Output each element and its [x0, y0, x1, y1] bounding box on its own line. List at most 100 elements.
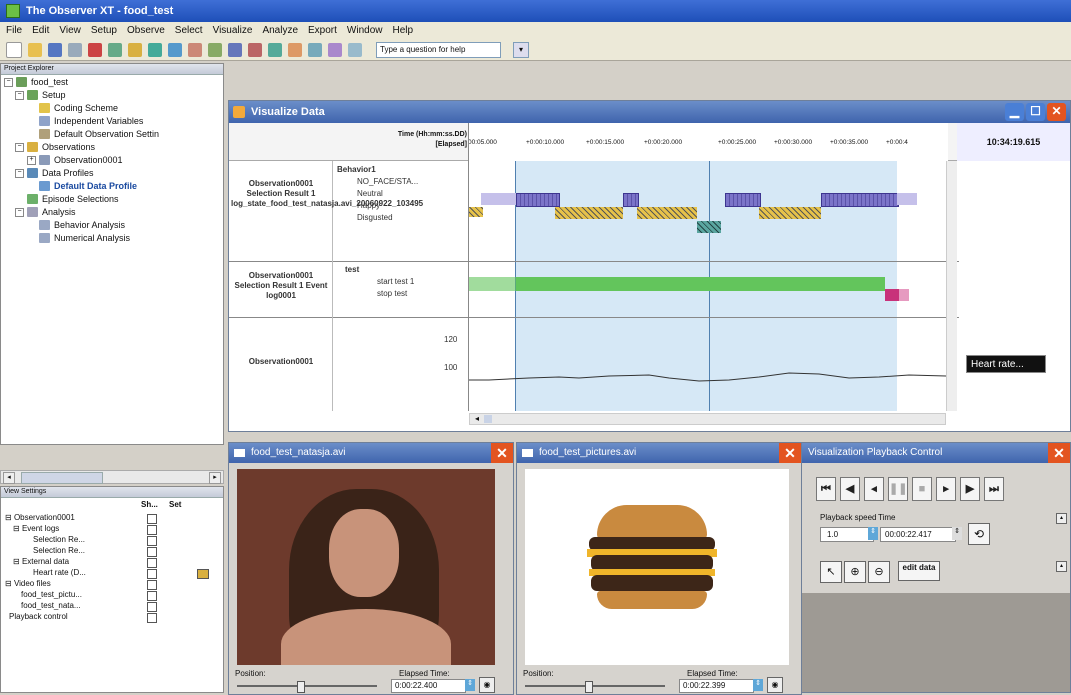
loop-icon[interactable]: ⟲: [968, 523, 990, 545]
paste-icon[interactable]: [128, 42, 142, 57]
tree-item-default-observation-settings[interactable]: Default Observation Settin: [39, 129, 159, 139]
menu-edit[interactable]: Edit: [32, 25, 49, 36]
vs-row-video-files[interactable]: ⊟ Video files: [5, 579, 51, 588]
menu-visualize[interactable]: Visualize: [213, 25, 253, 36]
tree-item-numerical-analysis[interactable]: Numerical Analysis: [39, 233, 130, 243]
slider-thumb[interactable]: [297, 681, 305, 693]
checkbox[interactable]: [147, 591, 157, 601]
timeline-scrollbar[interactable]: ◂: [469, 413, 946, 425]
heart-rate-badge[interactable]: Heart rate...: [966, 355, 1046, 373]
menu-help[interactable]: Help: [393, 25, 414, 36]
vs-row-heart-rate[interactable]: Heart rate (D...: [33, 568, 86, 577]
tree-item-episode-selections[interactable]: Episode Selections: [27, 194, 119, 204]
tree-item-behavior-analysis[interactable]: Behavior Analysis: [39, 220, 125, 230]
settings-swatch-icon[interactable]: [197, 569, 209, 579]
select-icon[interactable]: [188, 42, 202, 57]
checkbox[interactable]: [147, 525, 157, 535]
scroll-right-icon[interactable]: ▸: [209, 472, 221, 484]
play-button[interactable]: ▸: [936, 477, 956, 501]
cut-icon[interactable]: [88, 42, 102, 57]
skip-to-end-button[interactable]: ⏭: [984, 477, 1004, 501]
vs-row-video-natasja[interactable]: food_test_nata...: [21, 601, 81, 610]
explorer-scrollbar[interactable]: ◂ ▸: [0, 470, 224, 484]
play-reverse-button[interactable]: ◂: [864, 477, 884, 501]
checkbox[interactable]: [147, 514, 157, 524]
menu-select[interactable]: Select: [175, 25, 203, 36]
slider-thumb[interactable]: [585, 681, 593, 693]
vertical-scrollbar[interactable]: [946, 161, 957, 411]
vs-row-observation[interactable]: ⊟ Observation0001: [5, 513, 75, 522]
scroll-thumb[interactable]: [21, 472, 103, 484]
edit-data-button[interactable]: edit data: [898, 561, 940, 581]
menu-setup[interactable]: Setup: [91, 25, 117, 36]
time-field[interactable]: 00:00:22.417: [880, 527, 956, 542]
checkbox[interactable]: [147, 536, 157, 546]
close-button[interactable]: ✕: [1047, 103, 1066, 121]
speed-spin-icon[interactable]: ⇕: [868, 527, 878, 540]
open-icon[interactable]: [28, 42, 42, 57]
menu-export[interactable]: Export: [308, 25, 337, 36]
pause-button[interactable]: ❚❚: [888, 477, 908, 501]
tree-item-default-data-profile[interactable]: Default Data Profile: [39, 181, 137, 191]
tree-item-food-test[interactable]: − food_test: [4, 77, 68, 87]
close-icon[interactable]: ✕: [779, 443, 801, 463]
step-back-button[interactable]: ◀: [840, 477, 860, 501]
collapse-icon[interactable]: ▴: [1056, 513, 1067, 524]
chevron-down-icon[interactable]: ▾: [513, 41, 529, 58]
maximize-button[interactable]: ☐: [1026, 103, 1045, 121]
vs-row-video-pictures[interactable]: food_test_pictu...: [21, 590, 82, 599]
elapsed-time-field[interactable]: 0:00:22.400: [391, 679, 466, 693]
playback-speed-field[interactable]: 1.0: [820, 527, 874, 542]
stop-button[interactable]: ■: [912, 477, 932, 501]
checkbox[interactable]: [147, 602, 157, 612]
zoom-in-icon[interactable]: ⊕: [844, 561, 866, 583]
snapshot-icon[interactable]: ◉: [479, 677, 495, 693]
new-icon[interactable]: [6, 41, 22, 58]
vs-row-event-logs[interactable]: ⊟ Event logs: [13, 524, 59, 533]
checkbox[interactable]: [147, 613, 157, 623]
vs-row-external-data[interactable]: ⊟ External data: [13, 557, 69, 566]
time-spin-icon[interactable]: ⇕: [952, 527, 962, 540]
tree-item-independent-variables[interactable]: Independent Variables: [39, 116, 143, 126]
tree-item-setup[interactable]: − Setup: [15, 90, 66, 100]
tree-item-observation0001[interactable]: + Observation0001: [27, 155, 123, 165]
observe-icon[interactable]: [168, 42, 182, 57]
window-icon[interactable]: [268, 42, 282, 57]
scroll-thumb[interactable]: [484, 415, 492, 423]
position-slider[interactable]: [237, 681, 377, 693]
checkbox[interactable]: [147, 569, 157, 579]
close-icon[interactable]: ✕: [491, 443, 513, 463]
data-icon[interactable]: [308, 42, 322, 57]
find-icon[interactable]: [148, 42, 162, 57]
scroll-left-icon[interactable]: ◂: [472, 414, 482, 424]
scroll-left-icon[interactable]: ◂: [3, 472, 15, 484]
minimize-button[interactable]: ▁: [1005, 103, 1024, 121]
checkbox[interactable]: [147, 580, 157, 590]
menu-observe[interactable]: Observe: [127, 25, 165, 36]
collapse-icon[interactable]: ▴: [1056, 561, 1067, 572]
vs-row-selection-2[interactable]: Selection Re...: [33, 546, 85, 555]
skip-to-start-button[interactable]: ⏮: [816, 477, 836, 501]
tree-item-data-profiles[interactable]: − Data Profiles: [15, 168, 94, 178]
close-icon[interactable]: ✕: [1048, 443, 1070, 463]
menu-analyze[interactable]: Analyze: [262, 25, 298, 36]
zoom-out-icon[interactable]: ⊖: [868, 561, 890, 583]
tree-item-observations[interactable]: − Observations: [15, 142, 95, 152]
menu-file[interactable]: File: [6, 25, 22, 36]
menu-window[interactable]: Window: [347, 25, 383, 36]
tree-item-analysis[interactable]: − Analysis: [15, 207, 76, 217]
help-search-input[interactable]: Type a question for help: [376, 41, 501, 58]
print-icon[interactable]: [68, 42, 82, 57]
step-forward-button[interactable]: ▶: [960, 477, 980, 501]
elapsed-time-field[interactable]: 0:00:22.399: [679, 679, 754, 693]
checkbox[interactable]: [147, 558, 157, 568]
checkbox[interactable]: [147, 547, 157, 557]
sort-icon[interactable]: [328, 42, 342, 57]
pointer-icon[interactable]: ↖: [820, 561, 842, 583]
tree-item-coding-scheme[interactable]: Coding Scheme: [39, 103, 118, 113]
visualize-icon[interactable]: [208, 42, 222, 57]
settings-icon[interactable]: [348, 42, 362, 57]
snapshot-icon[interactable]: ◉: [767, 677, 783, 693]
vs-row-selection-1[interactable]: Selection Re...: [33, 535, 85, 544]
save-icon[interactable]: [48, 42, 62, 57]
